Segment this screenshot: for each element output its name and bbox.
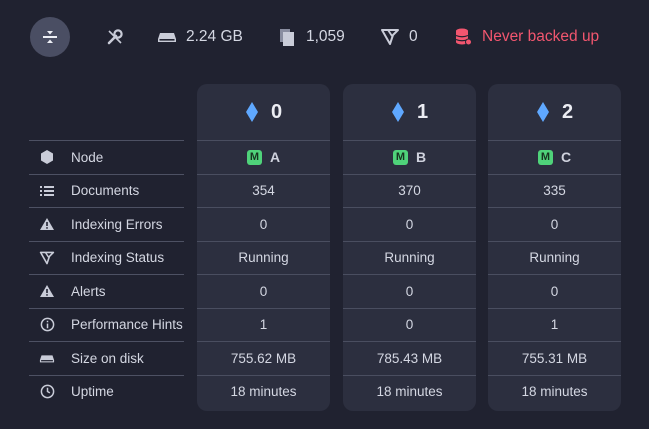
row-label-node: Node [29, 140, 184, 174]
row-label-documents: Documents [29, 173, 184, 208]
backup-stat[interactable]: Never backed up [452, 26, 599, 48]
documents-cell: 335 [488, 173, 621, 208]
indexing-errors-cell: 0 [197, 207, 330, 241]
size-label: 2.24 GB [186, 28, 243, 45]
hexagon-icon [38, 148, 56, 166]
size-stat: 2.24 GB [156, 26, 243, 48]
row-label-text: Indexing Status [71, 250, 165, 266]
indexes-count: 0 [409, 28, 418, 45]
collapse-toggle-button[interactable] [30, 17, 70, 57]
member-badge-icon: M [392, 149, 408, 165]
collapse-icon [43, 31, 57, 43]
row-label-indexing-status: Indexing Status [29, 240, 184, 275]
row-label-text: Indexing Errors [71, 216, 163, 232]
database-warning-icon [452, 26, 474, 48]
wrench-stat [104, 26, 126, 48]
indexing-status-cell: Running [197, 240, 330, 275]
node-tag: B [415, 149, 427, 166]
indexing-errors-cell: 0 [343, 207, 476, 241]
backup-status-label: Never backed up [482, 28, 600, 45]
row-label-size-on-disk: Size on disk [29, 341, 184, 375]
node-tag: C [560, 149, 572, 166]
documents-cell: 354 [197, 173, 330, 208]
index-icon [379, 26, 401, 48]
alert-icon [38, 282, 56, 300]
row-label-text: Size on disk [71, 350, 144, 366]
clock-icon [38, 383, 56, 401]
node-header: 0 [197, 84, 330, 140]
list-icon [38, 182, 56, 200]
row-label-text: Documents [71, 183, 140, 199]
disk-icon [156, 26, 178, 48]
node-tag: A [269, 149, 281, 166]
uptime-cell: 18 minutes [488, 374, 621, 409]
member-badge-icon: M [246, 149, 262, 165]
uptime-cell: 18 minutes [343, 374, 476, 409]
indexing-status-cell: Running [343, 240, 476, 275]
node-tag-cell[interactable]: M C [488, 140, 621, 174]
warning-icon [38, 215, 56, 233]
size-on-disk-cell: 785.43 MB [343, 341, 476, 375]
size-on-disk-cell: 755.31 MB [488, 341, 621, 375]
wrench-icon [104, 26, 126, 48]
node-column-0: 0 M A 354 0 Running 0 1 755.62 MB 18 min… [197, 84, 330, 411]
row-label-text: Alerts [71, 283, 106, 299]
node-column-1: 1 M B 370 0 Running 0 0 785.43 MB 18 min… [343, 84, 476, 411]
node-header: 2 [488, 84, 621, 140]
stats-bar: 2.24 GB 1,059 0 Never backed up [0, 0, 649, 74]
node-tag-cell[interactable]: M B [343, 140, 476, 174]
disk-icon [38, 349, 56, 367]
alerts-cell: 0 [488, 274, 621, 308]
documents-count: 1,059 [306, 28, 345, 45]
size-on-disk-cell: 755.62 MB [197, 341, 330, 375]
performance-hints-cell: 1 [197, 307, 330, 342]
info-icon [38, 316, 56, 334]
index-icon [38, 249, 56, 267]
documents-cell: 370 [343, 173, 476, 208]
diamond-icon [536, 102, 549, 122]
node-number: 0 [270, 100, 283, 123]
diamond-icon [245, 102, 258, 122]
row-label-text: Uptime [71, 384, 114, 400]
alerts-cell: 0 [343, 274, 476, 308]
row-labels: Node Documents Indexing Errors Indexing … [29, 140, 184, 408]
indexes-stat: 0 [379, 26, 418, 48]
row-label-indexing-errors: Indexing Errors [29, 207, 184, 241]
performance-hints-cell: 0 [343, 307, 476, 342]
node-number: 2 [561, 100, 574, 123]
row-label-performance-hints: Performance Hints [29, 307, 184, 342]
node-column-2: 2 M C 335 0 Running 0 1 755.31 MB 18 min… [488, 84, 621, 411]
node-tag-cell[interactable]: M A [197, 140, 330, 174]
diamond-icon [391, 102, 404, 122]
member-badge-icon: M [537, 149, 553, 165]
row-label-alerts: Alerts [29, 274, 184, 308]
alerts-cell: 0 [197, 274, 330, 308]
row-label-text: Performance Hints [71, 317, 183, 333]
indexing-status-cell: Running [488, 240, 621, 275]
node-number: 1 [416, 100, 429, 123]
uptime-cell: 18 minutes [197, 374, 330, 409]
documents-icon [276, 26, 298, 48]
row-label-text: Node [71, 149, 104, 165]
row-label-uptime: Uptime [29, 374, 184, 409]
indexing-errors-cell: 0 [488, 207, 621, 241]
documents-stat: 1,059 [276, 26, 345, 48]
node-header: 1 [343, 84, 476, 140]
performance-hints-cell: 1 [488, 307, 621, 342]
